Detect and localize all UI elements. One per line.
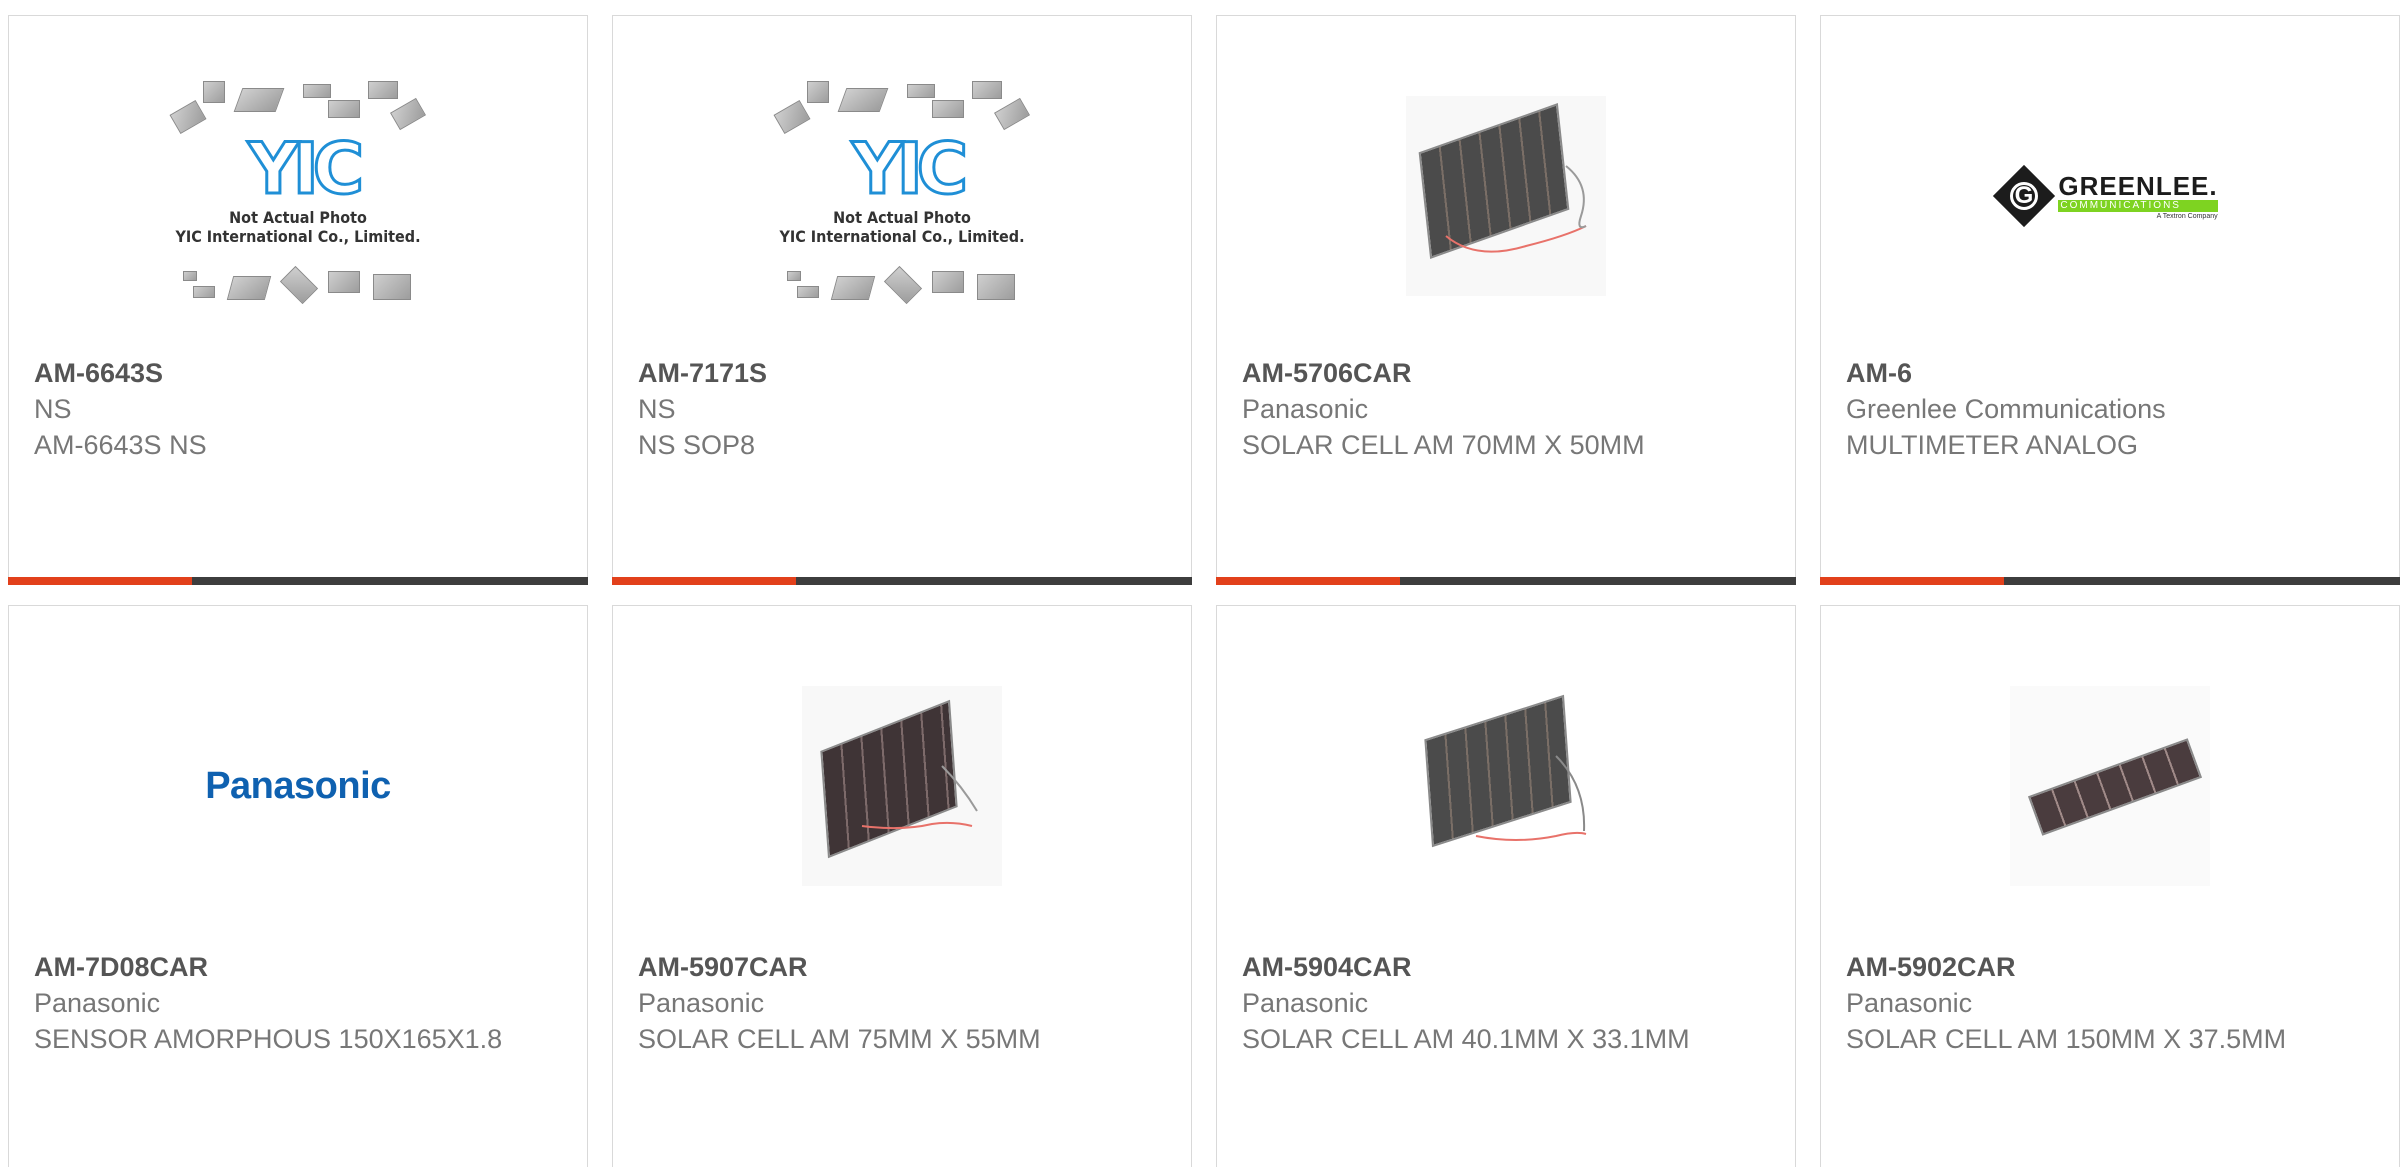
product-card[interactable]: AM-5706CAR Panasonic SOLAR CELL AM 70MM …: [1216, 15, 1796, 585]
card-bar-accent: [1216, 577, 1400, 585]
product-image[interactable]: Panasonic: [9, 646, 587, 926]
description: SOLAR CELL AM 75MM X 55MM: [638, 1024, 1041, 1054]
chip-icon: [390, 97, 426, 131]
chip-icon: [328, 100, 360, 118]
product-image[interactable]: [1821, 646, 2399, 926]
chip-icon: [797, 286, 819, 298]
part-number[interactable]: AM-5907CAR: [638, 949, 1131, 985]
chip-icon: [169, 99, 207, 135]
placeholder-image: YIC Not Actual Photo YIC International C…: [772, 76, 1032, 316]
wire-icon: [861, 765, 978, 830]
greenlee-tag: A Textron Company: [2156, 212, 2218, 220]
chip-icon: [233, 88, 285, 112]
part-number[interactable]: AM-7171S: [638, 355, 1131, 391]
chip-icon: [807, 81, 829, 103]
manufacturer: Panasonic: [1846, 988, 1973, 1018]
product-grid: YIC Not Actual Photo YIC International C…: [0, 0, 2400, 1167]
product-image[interactable]: YIC Not Actual Photo YIC International C…: [9, 56, 587, 336]
card-bar-accent: [1820, 577, 2004, 585]
card-bar: [1820, 577, 2400, 585]
panasonic-logo: Panasonic: [205, 764, 391, 807]
description: AM-6643S NS: [34, 430, 207, 460]
card-bar-accent: [612, 577, 796, 585]
part-number[interactable]: AM-7D08CAR: [34, 949, 527, 985]
chip-icon: [977, 274, 1015, 300]
product-card[interactable]: YIC Not Actual Photo YIC International C…: [8, 15, 588, 585]
part-number[interactable]: AM-6643S: [34, 355, 527, 391]
product-image[interactable]: [613, 646, 1191, 926]
chip-icon: [368, 81, 398, 99]
placeholder-caption: Not Actual Photo YIC International Co., …: [175, 208, 421, 246]
card-bar: [1216, 577, 1796, 585]
greenlee-sub: COMMUNICATIONS: [2058, 199, 2218, 212]
part-number[interactable]: AM-5902CAR: [1846, 949, 2339, 985]
chip-icon: [972, 81, 1002, 99]
greenlee-logo: G GREENLEE. COMMUNICATIONS A Textron Com…: [1993, 164, 2218, 228]
manufacturer: Panasonic: [638, 988, 765, 1018]
card-bar: [612, 577, 1192, 585]
manufacturer: Panasonic: [34, 988, 161, 1018]
part-number[interactable]: AM-5904CAR: [1242, 949, 1735, 985]
manufacturer: NS: [34, 394, 72, 424]
product-card[interactable]: AM-5902CAR Panasonic SOLAR CELL AM 150MM…: [1820, 605, 2400, 1167]
description: SOLAR CELL AM 150MM X 37.5MM: [1846, 1024, 2287, 1054]
description: SOLAR CELL AM 70MM X 50MM: [1242, 430, 1645, 460]
greenlee-word: GREENLEE.: [2058, 170, 2218, 201]
manufacturer: Panasonic: [1242, 394, 1369, 424]
chip-icon: [994, 97, 1030, 131]
description: SOLAR CELL AM 40.1MM X 33.1MM: [1242, 1024, 1690, 1054]
chip-icon: [328, 271, 360, 293]
card-bar-accent: [8, 577, 192, 585]
wire-icon: [1445, 165, 1587, 253]
product-card[interactable]: AM-5907CAR Panasonic SOLAR CELL AM 75MM …: [612, 605, 1192, 1167]
solar-cell-photo: [2010, 686, 2210, 886]
placeholder-caption: Not Actual Photo YIC International Co., …: [779, 208, 1025, 246]
chip-icon: [303, 84, 331, 98]
solar-panel: [2027, 738, 2203, 836]
manufacturer: NS: [638, 394, 676, 424]
product-card[interactable]: YIC Not Actual Photo YIC International C…: [612, 15, 1192, 585]
wire-icon: [1475, 755, 1587, 841]
chip-icon: [830, 276, 876, 300]
chip-icon: [932, 271, 964, 293]
manufacturer: Greenlee Communications: [1846, 394, 2166, 424]
chip-icon: [883, 265, 923, 305]
product-card[interactable]: G GREENLEE. COMMUNICATIONS A Textron Com…: [1820, 15, 2400, 585]
chip-icon: [183, 271, 197, 281]
yic-logo: YIC: [850, 128, 969, 210]
product-card[interactable]: AM-5904CAR Panasonic SOLAR CELL AM 40.1M…: [1216, 605, 1796, 1167]
product-image[interactable]: YIC Not Actual Photo YIC International C…: [613, 56, 1191, 336]
chip-icon: [837, 88, 889, 112]
chip-icon: [193, 286, 215, 298]
product-card[interactable]: Panasonic AM-7D08CAR Panasonic SENSOR AM…: [8, 605, 588, 1167]
chip-icon: [907, 84, 935, 98]
product-image[interactable]: G GREENLEE. COMMUNICATIONS A Textron Com…: [1821, 56, 2399, 336]
part-number[interactable]: AM-6: [1846, 355, 2339, 391]
chip-icon: [226, 276, 272, 300]
description: NS SOP8: [638, 430, 756, 460]
solar-cell-photo: [1406, 96, 1606, 296]
yic-logo: YIC: [246, 128, 365, 210]
description: SENSOR AMORPHOUS 150X165X1.8: [34, 1024, 503, 1054]
chip-icon: [787, 271, 801, 281]
manufacturer: Panasonic: [1242, 988, 1369, 1018]
greenlee-mark-icon: G: [1993, 164, 2056, 228]
chip-icon: [373, 274, 411, 300]
product-image[interactable]: [1217, 646, 1795, 926]
part-number[interactable]: AM-5706CAR: [1242, 355, 1735, 391]
chip-icon: [279, 265, 319, 305]
card-bar: [8, 577, 588, 585]
chip-icon: [203, 81, 225, 103]
placeholder-image: YIC Not Actual Photo YIC International C…: [168, 76, 428, 316]
chip-icon: [932, 100, 964, 118]
product-image[interactable]: [1217, 56, 1795, 336]
chip-icon: [773, 99, 811, 135]
description: MULTIMETER ANALOG: [1846, 430, 2139, 460]
solar-cell-photo: [1406, 686, 1606, 886]
solar-cell-photo: [802, 686, 1002, 886]
